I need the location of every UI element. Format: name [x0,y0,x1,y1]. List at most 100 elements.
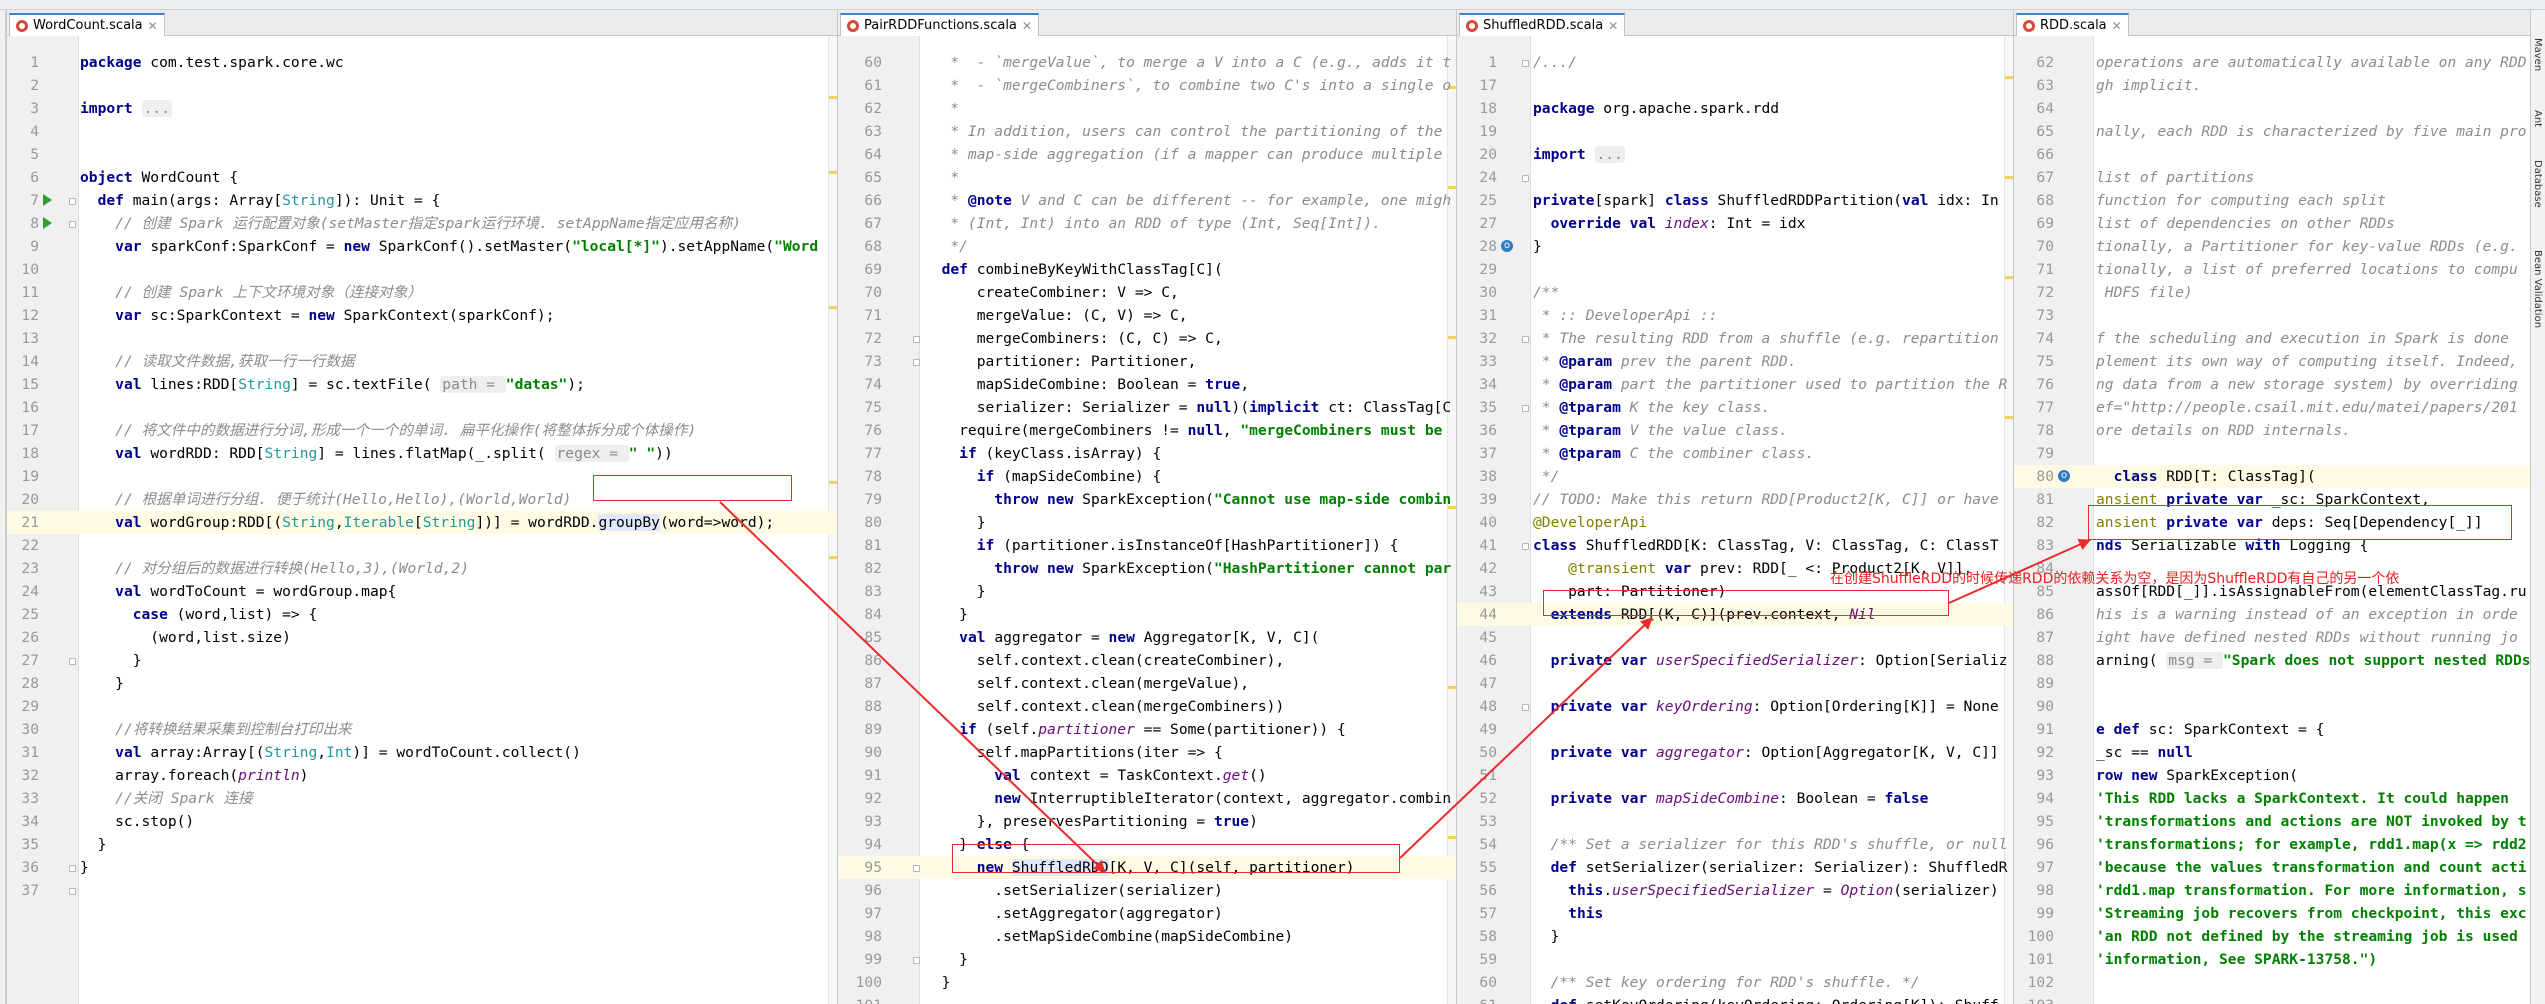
code-line[interactable]: 23 // 对分组后的数据进行转换(Hello,3),(World,2) [7,557,837,580]
code-line[interactable]: 27 override val index: Int = idx [1457,212,2013,235]
fold-marker-icon[interactable] [913,957,920,964]
code-line[interactable]: 67 list of partitions [2014,166,2530,189]
run-icon[interactable] [43,194,52,206]
code-line[interactable]: 74 f the scheduling and execution in Spar… [2014,327,2530,350]
close-icon[interactable]: ✕ [1022,19,1032,33]
code-line[interactable]: 103 [2014,994,2530,1004]
code-line[interactable]: 29 [1457,258,2013,281]
code-line[interactable]: 9 var sparkConf:SparkConf = new SparkCon… [7,235,837,258]
fold-marker-icon[interactable] [913,865,920,872]
code-line[interactable]: 70 createCombiner: V => C, [838,281,1456,304]
fold-marker-icon[interactable] [1522,175,1529,182]
code-line[interactable]: 89 if (self.partitioner == Some(partitio… [838,718,1456,741]
code-line[interactable]: 28 o} [1457,235,2013,258]
code-line[interactable]: 93 }, preservesPartitioning = true) [838,810,1456,833]
code-line[interactable]: 18 val wordRDD: RDD[String] = lines.flat… [7,442,837,465]
fold-marker-icon[interactable] [1522,704,1529,711]
code-line[interactable]: 76 ng data from a new storage system) by … [2014,373,2530,396]
code-line[interactable]: 39 // TODO: Make this return RDD[Product2… [1457,488,2013,511]
fold-marker-icon[interactable] [913,359,920,366]
code-line[interactable]: 69 def combineByKeyWithClassTag[C]( [838,258,1456,281]
code-line[interactable]: 99 'Streaming job recovers from checkpoin… [2014,902,2530,925]
code-line[interactable]: 77 if (keyClass.isArray) { [838,442,1456,465]
code-line[interactable]: 32 * The resulting RDD from a shuffle (e… [1457,327,2013,350]
code-line[interactable]: 86 his is a warning instead of an excepti… [2014,603,2530,626]
code-line[interactable]: 45 [1457,626,2013,649]
code-line[interactable]: 32 array.foreach(println) [7,764,837,787]
code-line[interactable]: 72 mergeCombiners: (C, C) => C, [838,327,1456,350]
close-icon[interactable]: ✕ [148,19,158,33]
code-line[interactable]: 20 import ... [1457,143,2013,166]
code-line[interactable]: 75 serializer: Serializer = null)(implic… [838,396,1456,419]
code-line[interactable]: 93 row new SparkException( [2014,764,2530,787]
code-line[interactable]: 50 private var aggregator: Option[Aggreg… [1457,741,2013,764]
fold-marker-icon[interactable] [1522,543,1529,550]
code-line[interactable]: 95 'transformations and actions are NOT i… [2014,810,2530,833]
code-line[interactable]: 80 } [838,511,1456,534]
code-line[interactable]: 90 [2014,695,2530,718]
code-line[interactable]: 59 [1457,948,2013,971]
fold-marker-icon[interactable] [69,198,76,205]
code-line[interactable]: 98 .setMapSideCombine(mapSideCombine) [838,925,1456,948]
code-line[interactable]: 88 arning( msg = "Spark does not support … [2014,649,2530,672]
override-icon[interactable]: o [1501,240,1513,252]
tab-rdd[interactable]: RDD.scala ✕ [2016,13,2129,36]
code-line[interactable]: 102 [2014,971,2530,994]
code-line[interactable]: 71 mergeValue: (C, V) => C, [838,304,1456,327]
code-line[interactable]: 2 [7,74,837,97]
fold-marker-icon[interactable] [69,888,76,895]
code-line[interactable]: 31 * :: DeveloperApi :: [1457,304,2013,327]
code-line[interactable]: 12 var sc:SparkContext = new SparkContex… [7,304,837,327]
code-line[interactable]: 28 } [7,672,837,695]
code-line[interactable]: 62 operations are automatically available… [2014,51,2530,74]
code-line[interactable]: 24 val wordToCount = wordGroup.map{ [7,580,837,603]
code-line[interactable]: 36} [7,856,837,879]
code-line[interactable]: 31 val array:Array[(String,Int)] = wordT… [7,741,837,764]
code-line[interactable]: 54 /** Set a serializer for this RDD's s… [1457,833,2013,856]
code-line[interactable]: 101 [838,994,1456,1004]
code-line[interactable]: 87 self.context.clean(mergeValue), [838,672,1456,695]
code-line[interactable]: 76 require(mergeCombiners != null, "merg… [838,419,1456,442]
code-line[interactable]: 38 */ [1457,465,2013,488]
code-line[interactable]: 94 'This RDD lacks a SparkContext. It cou… [2014,787,2530,810]
tab-pairrddfunctions[interactable]: PairRDDFunctions.scala ✕ [840,13,1039,36]
code-line[interactable]: 15 val lines:RDD[String] = sc.textFile( … [7,373,837,396]
fold-marker-icon[interactable] [69,221,76,228]
code-line[interactable]: 4 [7,120,837,143]
code-line[interactable]: 35 * @tparam K the key class. [1457,396,2013,419]
code-line[interactable]: 91 val context = TaskContext.get() [838,764,1456,787]
code-line[interactable]: 66 [2014,143,2530,166]
code-line[interactable]: 34 * @param part the partitioner used to… [1457,373,2013,396]
code-line[interactable]: 30 //将转换结果采集到控制台打印出来 [7,718,837,741]
code-line[interactable]: 37 * @tparam C the combiner class. [1457,442,2013,465]
code-line[interactable]: 98 'rdd1.map transformation. For more inf… [2014,879,2530,902]
code-line[interactable]: 40 @DeveloperApi [1457,511,2013,534]
code-line[interactable]: 41 class ShuffledRDD[K: ClassTag, V: Clas… [1457,534,2013,557]
code-line[interactable]: 52 private var mapSideCombine: Boolean =… [1457,787,2013,810]
code-line[interactable]: 3 import ... [7,97,837,120]
override-icon[interactable]: o [2058,470,2070,482]
code-line[interactable]: 83 } [838,580,1456,603]
sidebar-item-ant[interactable]: Ant [2532,110,2543,127]
code-line[interactable]: 84 } [838,603,1456,626]
close-icon[interactable]: ✕ [1608,19,1618,33]
code-line[interactable]: 101 'information, See SPARK-13758.") [2014,948,2530,971]
code-line[interactable]: 90 self.mapPartitions(iter => { [838,741,1456,764]
code-line[interactable]: 35 } [7,833,837,856]
code-line[interactable]: 79 throw new SparkException("Cannot use … [838,488,1456,511]
tab-shuffledrdd[interactable]: ShuffledRDD.scala ✕ [1459,13,1626,36]
code-line[interactable]: 97 .setAggregator(aggregator) [838,902,1456,925]
code-line[interactable]: 19 [1457,120,2013,143]
code-line[interactable]: 63 gh implicit. [2014,74,2530,97]
code-line[interactable]: 71 tionally, a list of preferred location… [2014,258,2530,281]
code-line[interactable]: 79 [2014,442,2530,465]
code-line[interactable]: 46 private var userSpecifiedSerializer: … [1457,649,2013,672]
code-line[interactable]: 81 if (partitioner.isInstanceOf[HashPart… [838,534,1456,557]
code-line[interactable]: 51 [1457,764,2013,787]
code-line[interactable]: 37 [7,879,837,902]
code-line[interactable]: 7 def main(args: Array[String]): Unit = … [7,189,837,212]
code-line[interactable]: 75 plement its own way of computing itsel… [2014,350,2530,373]
code-line[interactable]: 14 // 读取文件数据,获取一行一行数据 [7,350,837,373]
code-line[interactable]: 57 this [1457,902,2013,925]
code-line[interactable]: 11 // 创建 Spark 上下文环境对象（连接对象） [7,281,837,304]
